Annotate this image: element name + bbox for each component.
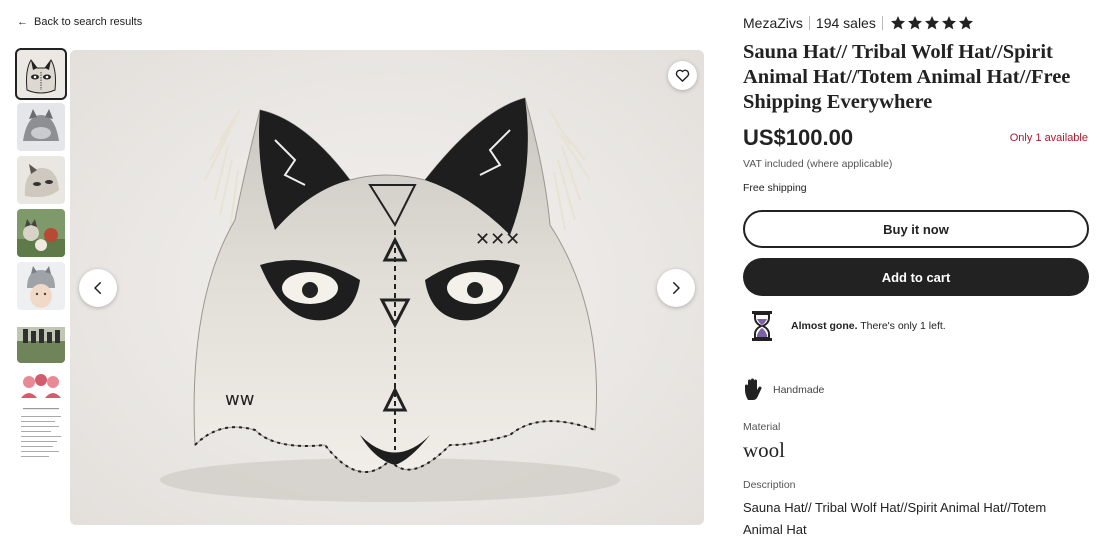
thumbnail-image xyxy=(17,209,65,257)
next-image-button[interactable] xyxy=(657,269,695,307)
star-icon xyxy=(890,16,905,30)
low-stock-notice: Almost gone. There's only 1 left. xyxy=(749,310,946,342)
description-text: Sauna Hat// Tribal Wolf Hat//Spirit Anim… xyxy=(743,500,1047,537)
thumbnail-3[interactable] xyxy=(17,156,65,204)
thumbnail-5[interactable] xyxy=(17,262,65,310)
thumbnail-list xyxy=(15,48,67,473)
availability-status: Only 1 available xyxy=(1009,132,1088,144)
svg-text:ww: ww xyxy=(225,389,254,410)
arrow-left-icon: ← xyxy=(17,15,28,28)
previous-image-button[interactable] xyxy=(79,269,117,307)
main-product-image[interactable]: ✕✕✕ ww xyxy=(70,50,704,525)
thumbnail-image xyxy=(17,103,65,151)
svg-text:✕✕✕: ✕✕✕ xyxy=(475,229,520,250)
listing-title: Sauna Hat// Tribal Wolf Hat//Spirit Anim… xyxy=(743,41,1071,113)
description-label: Description xyxy=(743,479,796,491)
thumbnail-image xyxy=(17,368,65,468)
star-icon xyxy=(958,16,973,30)
add-to-cart-button[interactable]: Add to cart xyxy=(743,258,1089,296)
buy-now-button[interactable]: Buy it now xyxy=(743,210,1089,248)
material-value: wool xyxy=(743,438,785,462)
shop-name-link[interactable]: MezaZivs xyxy=(743,15,803,31)
material-label: Material xyxy=(743,421,781,433)
low-stock-text: Almost gone. There's only 1 left. xyxy=(791,320,946,332)
star-icon xyxy=(924,16,939,30)
divider xyxy=(881,16,883,30)
thumbnail-2[interactable] xyxy=(17,103,65,151)
product-photo: ✕✕✕ ww xyxy=(70,50,704,525)
low-stock-detail: There's only 1 left. xyxy=(857,320,946,332)
star-icon xyxy=(941,16,956,30)
thumbnail-7[interactable] xyxy=(17,368,65,468)
shop-summary: MezaZivs 194 sales xyxy=(743,15,974,31)
thumbnail-image xyxy=(17,156,65,204)
hand-icon xyxy=(745,378,762,400)
vat-note: VAT included (where applicable) xyxy=(743,158,893,170)
back-link-label: Back to search results xyxy=(34,16,143,28)
shop-rating-stars[interactable] xyxy=(890,15,974,31)
shop-sales-count: 194 sales xyxy=(815,15,876,31)
listing-price: US$100.00 xyxy=(743,125,854,150)
handmade-tag: Handmade xyxy=(743,378,824,402)
thumbnail-1[interactable] xyxy=(15,48,67,100)
shipping-note: Free shipping xyxy=(743,182,807,194)
thumbnail-image xyxy=(17,262,65,310)
chevron-left-icon xyxy=(94,282,101,294)
heart-icon xyxy=(675,69,690,82)
thumbnail-6[interactable] xyxy=(17,315,65,363)
low-stock-bold: Almost gone. xyxy=(791,320,858,332)
hourglass-icon xyxy=(752,311,772,341)
star-icon xyxy=(907,16,922,30)
thumbnail-image xyxy=(17,50,65,98)
thumbnail-image xyxy=(17,315,65,363)
back-to-search-link[interactable]: ← Back to search results xyxy=(17,16,142,28)
chevron-right-icon xyxy=(673,282,680,294)
favorite-button[interactable] xyxy=(668,61,697,90)
divider xyxy=(808,16,810,30)
thumbnail-4[interactable] xyxy=(17,209,65,257)
handmade-label: Handmade xyxy=(773,384,825,396)
